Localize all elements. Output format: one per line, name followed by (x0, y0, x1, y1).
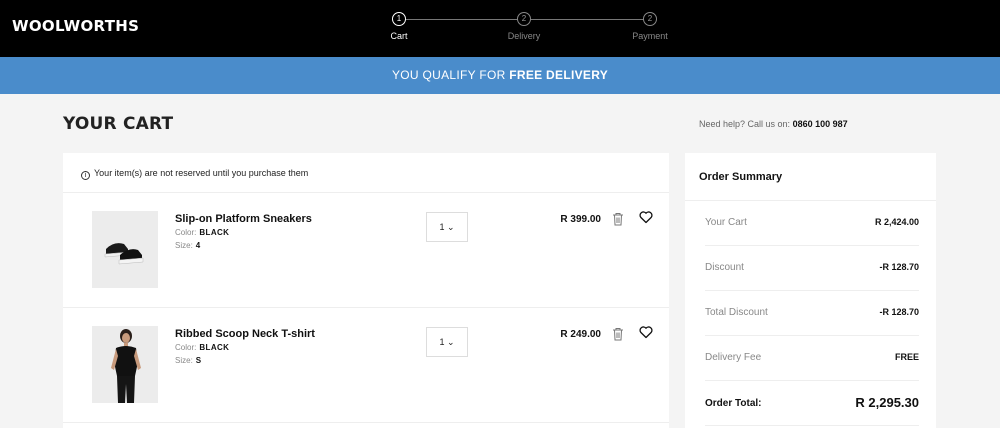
page-title: YOUR CART (63, 114, 174, 134)
banner-emphasis: FREE DELIVERY (509, 68, 609, 82)
summary-value: FREE (894, 352, 919, 362)
chevron-down-icon: ⌄ (446, 222, 455, 232)
cart-item: Slip-on Platform Sneakers Color: BLACK Si… (63, 193, 669, 308)
summary-row-cart: Your Cart R 2,424.00 (705, 201, 919, 246)
product-size: Size: S (175, 356, 202, 365)
summary-value: R 2,424.00 (874, 217, 919, 227)
notice-text: Your item(s) are not reserved until you … (94, 168, 309, 178)
summary-label: Delivery Fee (705, 352, 762, 363)
summary-value: -R 128.70 (879, 262, 919, 272)
step-delivery[interactable]: 2 Delivery (484, 12, 564, 41)
product-size: Size: 4 (175, 241, 201, 250)
step-cart[interactable]: 1 Cart (359, 12, 439, 41)
product-name[interactable]: Ribbed Scoop Neck T-shirt (175, 328, 315, 340)
help-phone-link[interactable]: 0860 100 987 (793, 119, 848, 129)
reservation-notice: i Your item(s) are not reserved until you… (63, 153, 669, 193)
cart-item: Ribbed Scoop Neck T-shirt Color: BLACK Si… (63, 308, 669, 423)
summary-row-total-discount: Total Discount -R 128.70 (705, 291, 919, 336)
summary-value: -R 128.70 (879, 307, 919, 317)
trash-icon[interactable] (612, 212, 624, 226)
product-price: R 249.00 (560, 329, 601, 340)
product-image-tshirt[interactable] (92, 326, 158, 403)
top-bar: WOOLWORTHS 1 Cart 2 Delivery 2 Payment (0, 0, 1000, 57)
cart-items-panel: i Your item(s) are not reserved until you… (63, 153, 669, 428)
size-value: S (195, 356, 202, 365)
quantity-value: 1 (439, 222, 445, 232)
product-name[interactable]: Slip-on Platform Sneakers (175, 213, 312, 225)
color-label: Color (175, 228, 195, 237)
heart-icon[interactable] (639, 325, 653, 339)
banner-prefix: YOU QUALIFY FOR (391, 68, 510, 82)
step-number: 2 (643, 12, 657, 26)
order-summary-panel: Order Summary Your Cart R 2,424.00 Disco… (685, 153, 936, 428)
step-label: Payment (632, 31, 668, 41)
order-total-value: R 2,295.30 (855, 395, 919, 410)
size-label: Size (175, 356, 191, 365)
product-color: Color: BLACK (175, 228, 230, 237)
free-delivery-banner: YOU QUALIFY FOR FREE DELIVERY (0, 57, 1000, 94)
color-label: Color (175, 343, 195, 352)
product-color: Color: BLACK (175, 343, 230, 352)
size-label: Size (175, 241, 191, 250)
help-label: Need help? Call us on: (699, 119, 791, 129)
color-value: BLACK (199, 343, 230, 352)
quantity-select[interactable]: 1 ⌄ (426, 212, 468, 242)
size-value: 4 (195, 241, 201, 250)
order-total-label: Order Total: (705, 398, 762, 409)
help-text: Need help? Call us on: 0860 100 987 (699, 119, 848, 129)
info-icon: i (81, 171, 90, 180)
step-payment[interactable]: 2 Payment (610, 12, 690, 41)
step-label: Cart (390, 31, 408, 41)
summary-row-delivery-fee: Delivery Fee FREE (705, 336, 919, 381)
summary-row-order-total: Order Total: R 2,295.30 (705, 381, 919, 426)
chevron-down-icon: ⌄ (446, 337, 455, 347)
summary-label: Discount (705, 262, 744, 273)
order-summary-title: Order Summary (685, 153, 936, 201)
trash-icon[interactable] (612, 327, 624, 341)
summary-label: Total Discount (705, 307, 768, 318)
heart-icon[interactable] (639, 210, 653, 224)
product-image-sneakers[interactable] (92, 211, 158, 288)
product-price: R 399.00 (560, 214, 601, 225)
quantity-select[interactable]: 1 ⌄ (426, 327, 468, 357)
woolworths-logo[interactable]: WOOLWORTHS (12, 17, 139, 35)
step-number: 1 (392, 12, 406, 26)
quantity-value: 1 (439, 337, 445, 347)
step-label: Delivery (507, 31, 541, 41)
step-number: 2 (517, 12, 531, 26)
summary-row-discount: Discount -R 128.70 (705, 246, 919, 291)
color-value: BLACK (199, 228, 230, 237)
summary-label: Your Cart (705, 217, 747, 228)
